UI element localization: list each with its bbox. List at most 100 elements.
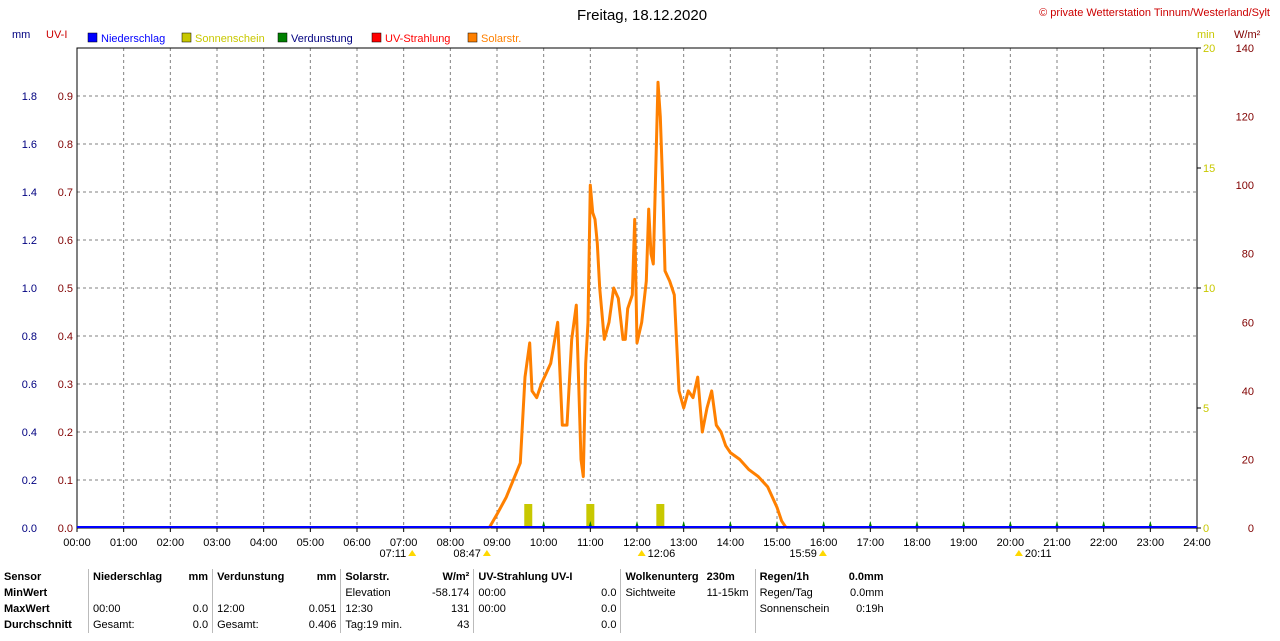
sunshine-bar — [656, 504, 665, 528]
stats-cell — [703, 601, 756, 617]
uvi-tick-label: 0.1 — [58, 475, 73, 487]
stats-cell — [703, 617, 756, 633]
sun-event-label: 15:59 — [789, 548, 817, 560]
stats-cell — [212, 585, 289, 601]
sun-events: 07:11 08:47 12:06 15:59 20:11 — [379, 548, 1051, 560]
min-tick-label: 10 — [1203, 283, 1215, 295]
stats-cell — [88, 585, 167, 601]
stats-cell — [576, 569, 621, 585]
x-tick-label: 00:00 — [63, 537, 91, 549]
uvi-tick-label: 0.8 — [58, 139, 73, 151]
mm-tick-label: 1.0 — [22, 283, 37, 295]
stats-cell: 11-15km — [706, 587, 749, 599]
stats-cell: Gesamt: — [88, 617, 167, 633]
stats-cell: Tag:19 min. — [340, 617, 408, 633]
stats-cell: 0.0 — [192, 619, 209, 631]
x-tick-label: 12:00 — [623, 537, 651, 549]
legend-label-0: Niederschlag — [101, 33, 165, 45]
x-tick-label: 01:00 — [110, 537, 138, 549]
x-axis: 00:00 01:00 02:00 03:00 04:00 05:00 06:00 07:00… — [63, 528, 1211, 549]
stats-table: Sensor Niederschlag mm Verdunstung mm Solarst… — [0, 569, 888, 633]
left-axis: 0.0 0.2 0.4 0.6 0.8 1.0 1.2 1.4 1.6 1.8 0.0 0.1 0.2 0… — [22, 91, 73, 535]
stats-cell: Elevation — [340, 585, 408, 601]
min-tick-label: 20 — [1203, 43, 1215, 55]
min-tick-label: 5 — [1203, 403, 1209, 415]
stats-cell: 43 — [457, 619, 470, 631]
legend-swatch-1 — [181, 32, 192, 43]
x-tick-label: 20:00 — [997, 537, 1025, 549]
sun-event-marker — [482, 550, 491, 556]
legend-label-3: UV-Strahlung — [385, 33, 450, 45]
sunshine-bar — [524, 504, 533, 528]
stats-cell: 0.0mm — [849, 587, 884, 599]
x-tick-label: 19:00 — [950, 537, 978, 549]
uvi-tick-label: 0.4 — [58, 331, 73, 343]
uvi-tick-label: 0.5 — [58, 283, 73, 295]
stats-cell: 0:19h — [856, 603, 884, 615]
copyright-text: © private Wetterstation Tinnum/Westerlan… — [1039, 7, 1270, 19]
solar-radiation-line — [487, 80, 788, 529]
min-tick-label: 15 — [1203, 163, 1215, 175]
stats-header-row: Sensor Niederschlag mm Verdunstung mm Solarst… — [0, 569, 888, 585]
mm-tick-label: 0.8 — [22, 331, 37, 343]
mm-tick-label: 0.6 — [22, 379, 37, 391]
stats-cell: Durchschnitt — [4, 619, 72, 631]
stats-cell: 00:00 — [473, 601, 577, 617]
stats-cell: Niederschlag — [88, 569, 167, 585]
x-tick-label: 02:00 — [157, 537, 185, 549]
uvi-tick-label: 0.7 — [58, 187, 73, 199]
uvi-tick-label: 0.2 — [58, 427, 73, 439]
sun-event-label: 07:11 — [379, 548, 406, 560]
x-tick-label: 11:00 — [577, 537, 604, 549]
mm-tick-label: 1.6 — [22, 139, 37, 151]
x-tick-label: 14:00 — [717, 537, 745, 549]
stats-cell: 00:00 — [473, 585, 577, 601]
stats-cell: Regen/Tag — [754, 585, 834, 601]
stats-cell: Verdunstung — [212, 569, 289, 585]
weather-chart: Freitag, 18.12.2020 © private Wetterstat… — [12, 7, 1270, 560]
uvi-tick-label: 0.3 — [58, 379, 73, 391]
stats-cell — [288, 585, 341, 601]
mm-tick-label: 1.8 — [22, 91, 37, 103]
stats-cell: 0.0 — [192, 603, 209, 615]
stats-row: Durchschnitt Gesamt: 0.0 Gesamt: 0.406 Tag:19… — [0, 617, 888, 633]
wm2-tick-label: 80 — [1242, 249, 1254, 261]
wm2-tick-label: 120 — [1236, 112, 1254, 124]
min-tick-label: 0 — [1203, 523, 1209, 535]
x-tick-label: 04:00 — [250, 537, 278, 549]
stats-cell: Solarstr. — [340, 569, 408, 585]
stats-cell — [834, 617, 888, 633]
sun-event-marker — [408, 550, 417, 556]
uvi-tick-label: 0.0 — [58, 523, 73, 535]
sun-event-label: 20:11 — [1025, 548, 1052, 560]
legend-label-2: Verdunstung — [291, 33, 353, 45]
legend-swatch-2 — [277, 32, 288, 43]
axis-label-wm2: W/m² — [1234, 29, 1261, 41]
stats-cell: Sonnenschein — [754, 601, 834, 617]
stats-cell — [754, 617, 834, 633]
stats-cell — [473, 617, 577, 633]
sun-event-marker — [1014, 550, 1023, 556]
x-tick-label: 24:00 — [1183, 537, 1211, 549]
legend-label-4: Solarstr. — [481, 33, 521, 45]
stats-cell: MinWert — [4, 587, 48, 599]
wm2-tick-label: 20 — [1242, 454, 1254, 466]
stats-cell: 0.0 — [601, 603, 617, 615]
stats-cell: 0.0mm — [848, 571, 884, 583]
x-tick-label: 22:00 — [1090, 537, 1118, 549]
mm-tick-label: 0.0 — [22, 523, 37, 535]
stats-cell: UV-Strahlung UV-I — [473, 569, 577, 585]
stats-cell: mm — [188, 571, 209, 583]
stats-cell: 0.051 — [308, 603, 337, 615]
stats-cell: 12:30 — [340, 601, 408, 617]
mm-tick-label: 1.2 — [22, 235, 37, 247]
wm2-tick-label: 60 — [1242, 317, 1254, 329]
wm2-tick-label: 140 — [1236, 43, 1254, 55]
sunshine-bars — [524, 504, 665, 528]
mm-tick-label: 0.4 — [22, 427, 37, 439]
axis-label-min: min — [1197, 29, 1215, 41]
stats-cell: 131 — [450, 603, 470, 615]
x-tick-label: 23:00 — [1137, 537, 1165, 549]
stats-cell: 00:00 — [88, 601, 167, 617]
mm-tick-label: 0.2 — [22, 475, 37, 487]
